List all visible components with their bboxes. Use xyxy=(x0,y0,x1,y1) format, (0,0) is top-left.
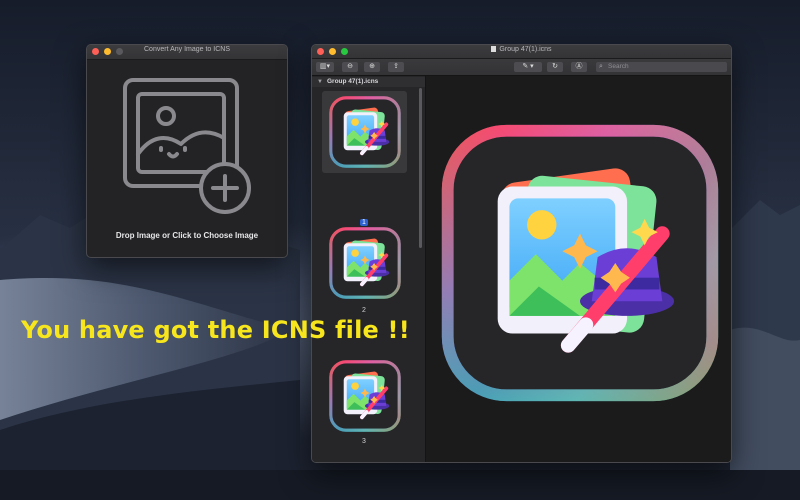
page-number-3: 3 xyxy=(362,438,366,445)
thumbnail-page-2[interactable] xyxy=(326,225,404,301)
preview-titlebar[interactable]: Group 47(1).icns xyxy=(312,45,731,59)
window-title: Convert Any Image to ICNS xyxy=(144,46,230,53)
rotate-button[interactable]: ↻ xyxy=(547,62,563,72)
search-icon: ⌕ xyxy=(599,63,603,70)
app-icon xyxy=(433,116,727,410)
page-number-2: 2 xyxy=(362,307,366,314)
thumbnail-sidebar: ▼ Group 47(1).icns 1 2 3 xyxy=(312,76,426,462)
drop-instruction: Drop Image or Click to Choose Image xyxy=(115,231,259,240)
zoom-out-icon: ⊖ xyxy=(347,63,353,70)
thumbnail-page-3[interactable] xyxy=(326,358,404,434)
pen-icon: ✎ ▾ xyxy=(522,63,534,70)
rotate-icon: ↻ xyxy=(552,63,558,70)
success-caption: You have got the ICNS file !! xyxy=(21,316,410,344)
zoom-in-button[interactable]: ⊕ xyxy=(364,62,380,72)
search-field[interactable]: ⌕ Search xyxy=(596,62,727,72)
zoom-out-button[interactable]: ⊖ xyxy=(342,62,358,72)
image-icon xyxy=(123,78,251,214)
zoom-in-icon: ⊕ xyxy=(369,63,375,70)
markup-pen-button[interactable]: ✎ ▾ xyxy=(514,62,542,72)
sidebar-toggle-button[interactable]: ▥▾ xyxy=(316,62,334,72)
markup-icon: Ⓐ xyxy=(575,63,583,70)
toolbar: ▥▾ ⊖ ⊕ ⇪ ✎ ▾ ↻ Ⓐ ⌕ Search xyxy=(312,59,731,76)
markup-toolbar-button[interactable]: Ⓐ xyxy=(571,62,587,72)
window-title: Group 47(1).icns xyxy=(499,46,552,53)
share-icon: ⇪ xyxy=(393,63,399,70)
sidebar-scrollbar[interactable] xyxy=(419,88,422,248)
plus-circle-icon xyxy=(199,162,251,214)
document-icon xyxy=(491,46,497,52)
converter-titlebar[interactable]: Convert Any Image to ICNS xyxy=(87,45,287,60)
sidebar-toggle-icon: ▥▾ xyxy=(319,63,331,70)
disclosure-triangle-icon[interactable]: ▼ xyxy=(317,77,323,87)
converter-window[interactable]: Convert Any Image to ICNS Drop Image or … xyxy=(86,44,288,258)
thumbnail-page-1[interactable] xyxy=(326,94,404,170)
sidebar-header[interactable]: ▼ Group 47(1).icns xyxy=(312,77,425,87)
preview-canvas[interactable] xyxy=(426,76,731,462)
image-drop-zone[interactable] xyxy=(87,60,287,257)
search-placeholder: Search xyxy=(608,63,629,70)
preview-window[interactable]: Group 47(1).icns ▥▾ ⊖ ⊕ ⇪ ✎ ▾ ↻ Ⓐ ⌕ Sear… xyxy=(311,44,732,463)
share-button[interactable]: ⇪ xyxy=(388,62,404,72)
